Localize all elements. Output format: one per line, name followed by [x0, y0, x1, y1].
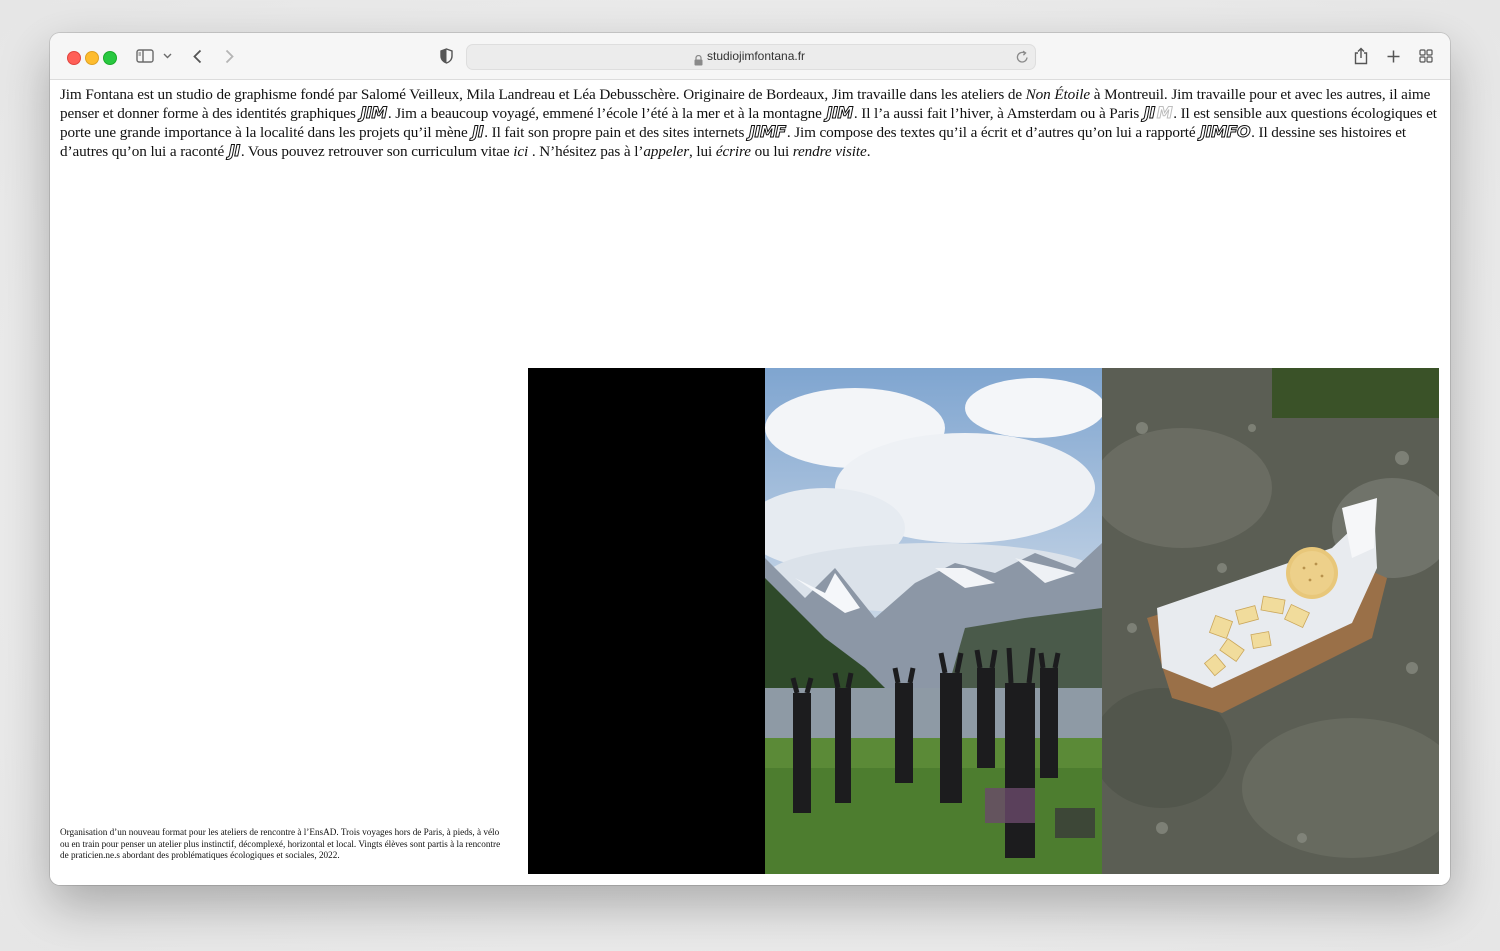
jim-logo-glyph: JI	[1143, 103, 1155, 122]
intro-text: . Jim a beaucoup voyagé, emmené l’école …	[387, 105, 826, 122]
black-image-panel	[528, 368, 765, 874]
address-bar[interactable]: studiojimfontana.fr	[466, 44, 1036, 70]
minimize-window-button[interactable]	[85, 51, 99, 65]
sidebar-toggle-icon[interactable]	[135, 46, 155, 66]
zoom-window-button[interactable]	[103, 51, 117, 65]
url-text: studiojimfontana.fr	[707, 49, 806, 63]
cheese-on-rock-photo	[1102, 368, 1439, 874]
non-etoile-text: Non Étoile	[1025, 86, 1091, 103]
jim-logo-glyph: JI	[228, 141, 240, 160]
write-link[interactable]: écrire	[716, 143, 751, 160]
jim-logo-glyph-faded: M	[1156, 103, 1173, 122]
close-window-button[interactable]	[67, 51, 81, 65]
intro-text: Jim Fontana est un studio de graphisme f…	[60, 86, 1026, 103]
intro-text: . Il l’a aussi fait l’hiver, à Amsterdam…	[853, 105, 1143, 122]
intro-text: , lui	[689, 143, 716, 160]
share-icon[interactable]	[1353, 46, 1369, 66]
jim-logo-glyph: JIMF	[749, 122, 787, 141]
intro-text: . Il fait son propre pain et des sites i…	[484, 124, 749, 141]
forward-arrow-icon[interactable]	[222, 46, 236, 66]
chevron-down-icon[interactable]	[161, 46, 173, 66]
visit-link[interactable]: rendre visite	[793, 143, 867, 160]
new-tab-plus-icon[interactable]	[1386, 46, 1400, 66]
project-caption: Organisation d’un nouveau format pour le…	[60, 827, 501, 861]
page-content: Jim Fontana est un studio de graphisme f…	[50, 80, 1450, 885]
mountain-lake-photo	[765, 368, 1102, 874]
cv-link[interactable]: ici	[513, 143, 528, 160]
intro-text: . N’hésitez pas à l’	[528, 143, 644, 160]
call-link[interactable]: appeler	[643, 143, 689, 160]
intro-text: .	[866, 143, 871, 160]
browser-toolbar: studiojimfontana.fr	[50, 33, 1450, 80]
tab-overview-icon[interactable]	[1418, 46, 1434, 66]
browser-window: studiojimfontana.fr Jim Fontana est un s…	[50, 33, 1450, 885]
intro-text: . Vous pouvez retrouver son curriculum v…	[240, 143, 514, 160]
privacy-shield-icon[interactable]	[438, 46, 454, 66]
intro-text: ou lui	[750, 143, 793, 160]
jim-logo-glyph: JIMFO	[1200, 122, 1251, 141]
jim-logo-glyph: JIM	[826, 103, 854, 122]
project-image-gallery[interactable]	[528, 368, 1439, 874]
jim-logo-glyph: JI	[472, 122, 484, 141]
back-arrow-icon[interactable]	[190, 46, 204, 66]
lock-icon	[694, 51, 703, 70]
intro-paragraph: Jim Fontana est un studio de graphisme f…	[60, 86, 1442, 161]
reload-icon[interactable]	[1016, 49, 1029, 68]
intro-text: . Jim compose des textes qu’il a écrit e…	[786, 124, 1200, 141]
jim-logo-glyph: JIM	[360, 103, 388, 122]
